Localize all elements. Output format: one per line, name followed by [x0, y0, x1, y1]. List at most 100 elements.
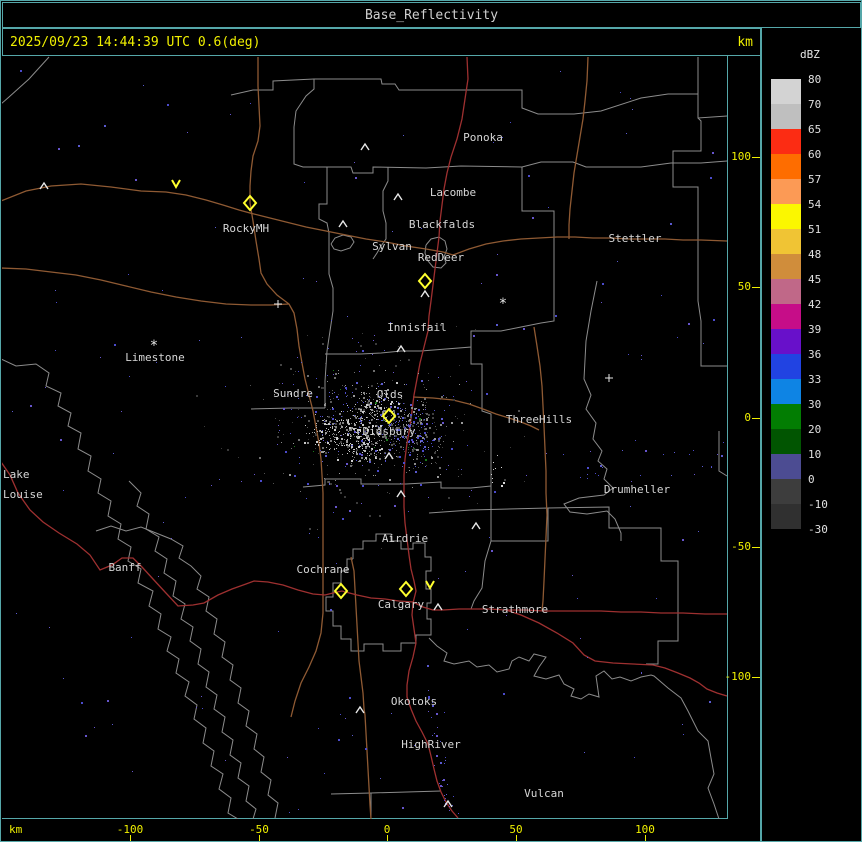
radar-echo: [324, 773, 325, 774]
radar-echo: [360, 427, 361, 428]
radar-echo: [400, 410, 402, 412]
radar-echo: [408, 452, 409, 453]
radar-echo: [467, 629, 468, 630]
radar-echo: [473, 335, 475, 337]
colorbar-value-label: 0: [808, 473, 815, 486]
radar-echo: [496, 274, 498, 276]
radar-echo: [357, 402, 358, 403]
radar-echo: [437, 476, 439, 478]
radar-echo: [333, 370, 334, 371]
radar-map-canvas[interactable]: **PonokaLacombeBlackfaldsSylvanRedDeerSt…: [2, 56, 728, 819]
radar-echo: [389, 479, 391, 481]
radar-echo: [425, 413, 426, 414]
radar-echo: [132, 771, 133, 772]
radar-echo: [710, 177, 712, 179]
radar-echo: [263, 399, 264, 400]
radar-echo: [63, 678, 64, 679]
radar-echo: [420, 422, 422, 424]
radar-echo: [434, 422, 435, 423]
radar-echo: [322, 337, 323, 338]
radar-echo: [437, 727, 438, 728]
radar-echo: [345, 385, 346, 386]
radar-echo: [387, 416, 388, 417]
radar-echo: [323, 440, 324, 441]
radar-echo: [291, 409, 292, 410]
radar-echo: [329, 431, 330, 432]
colorbar-block: [771, 479, 801, 504]
radar-echo: [326, 420, 327, 421]
radar-echo: [548, 207, 549, 208]
radar-echo: [335, 484, 336, 485]
radar-echo: [196, 707, 197, 708]
radar-echo: [362, 446, 363, 447]
colorbar-block: [771, 329, 801, 354]
radar-echo: [330, 401, 332, 403]
radar-echo: [387, 492, 388, 493]
radar-echo: [580, 477, 581, 478]
radar-echo: [431, 443, 432, 444]
radar-echo: [373, 410, 374, 411]
radar-echo: [334, 377, 336, 379]
radar-echo: [372, 354, 373, 355]
city-label: Louise: [3, 488, 43, 501]
radar-echo: [324, 419, 325, 420]
radar-echo: [359, 426, 360, 427]
radar-echo: [453, 399, 455, 401]
radar-echo: [367, 455, 368, 456]
radar-echo: [373, 399, 374, 400]
radar-echo: [374, 447, 375, 448]
radar-echo: [347, 405, 348, 406]
radar-echo: [524, 436, 525, 437]
radar-echo: [346, 429, 348, 431]
city-label: Lacombe: [430, 186, 476, 199]
radar-map[interactable]: * * Ponoka Lacombe Blackfalds Sylvan RedDeer St…: [2, 56, 728, 819]
radar-echo: [412, 487, 413, 488]
radar-echo: [350, 434, 351, 435]
radar-echo: [422, 413, 423, 414]
radar-echo: [440, 444, 441, 445]
radar-echo: [360, 446, 361, 447]
radar-echo: [363, 438, 364, 439]
radar-echo: [682, 724, 683, 725]
radar-echo: [350, 438, 351, 439]
colorbar-value-label: 42: [808, 298, 822, 311]
radar-echo: [384, 408, 385, 409]
radar-echo: [279, 383, 280, 384]
radar-echo: [688, 323, 690, 325]
radar-echo: [348, 433, 349, 434]
radar-echo: [381, 404, 382, 405]
radar-echo: [225, 386, 226, 387]
radar-echo: [368, 469, 370, 471]
radar-echo: [345, 393, 346, 394]
radar-echo: [371, 385, 373, 387]
radar-echo: [432, 446, 433, 447]
radar-echo: [333, 436, 334, 437]
radar-echo: [277, 444, 278, 445]
radar-echo: [349, 433, 350, 434]
radar-echo: [364, 438, 365, 439]
radar-echo: [365, 748, 367, 750]
radar-echo: [167, 104, 169, 106]
radar-echo: [113, 453, 114, 454]
radar-echo: [380, 384, 381, 385]
radar-echo: [373, 417, 374, 418]
radar-echo: [356, 441, 357, 442]
radar-echo: [418, 416, 419, 417]
map-boundary: [563, 280, 622, 541]
radar-echo: [441, 436, 442, 437]
radar-echo: [434, 438, 436, 440]
city-label: Airdrie: [382, 532, 428, 545]
radar-echo: [426, 402, 427, 403]
radar-echo: [416, 414, 417, 415]
radar-echo: [330, 448, 331, 449]
radar-echo: [365, 412, 366, 413]
radar-echo: [341, 416, 342, 417]
radar-echo: [347, 433, 348, 434]
radar-echo: [335, 480, 336, 481]
radar-echo: [323, 423, 324, 424]
radar-echo: [411, 446, 412, 447]
radar-echo: [348, 407, 349, 408]
radar-echo: [717, 454, 718, 455]
radar-echo: [461, 469, 462, 470]
city-label: RedDeer: [418, 251, 465, 264]
